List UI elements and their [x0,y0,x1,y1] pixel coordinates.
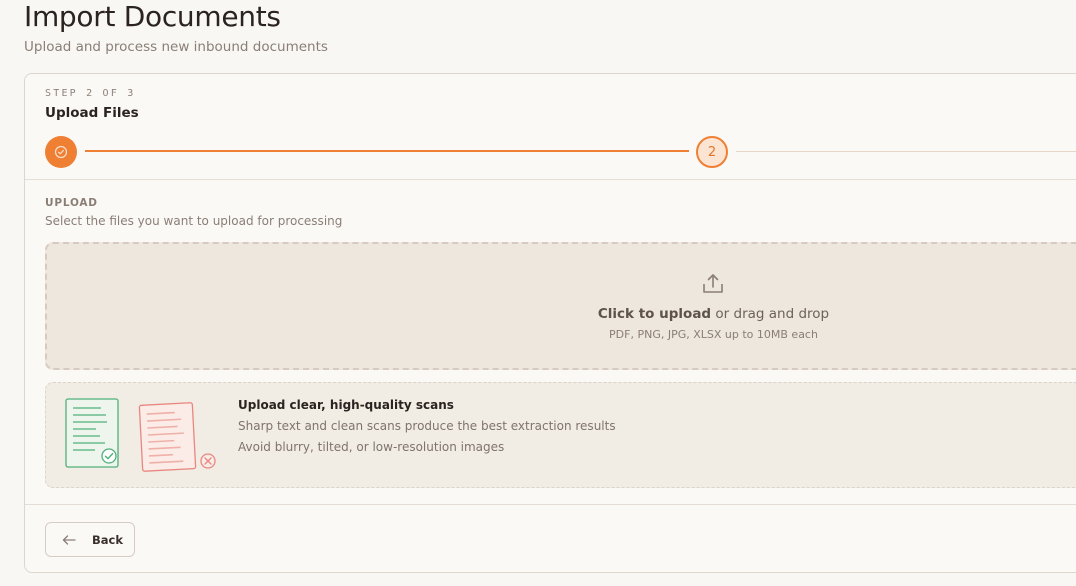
page-title: Import Documents [24,0,281,33]
file-type-hint: PDF, PNG, JPG, XLSX up to 10MB each [609,328,818,341]
back-button[interactable]: Back [45,522,135,557]
divider [25,504,1076,505]
scan-quality-tips: Upload clear, high-quality scans Sharp t… [45,382,1076,488]
upload-section-label: UPLOAD [45,197,98,209]
wizard-card: STEP 2 OF 3 Upload Files 2 UPLOAD Select… [24,73,1076,573]
upload-icon [703,274,723,293]
back-button-label: Back [92,532,123,547]
step-1-completed [45,136,77,168]
click-to-upload-link[interactable]: Click to upload [598,306,711,322]
tips-text-good: Sharp text and clean scans produce the b… [238,419,616,433]
step-title: Upload Files [45,105,139,121]
scan-quality-illustration [65,398,216,472]
step-connector-pending [736,151,1076,152]
file-dropzone[interactable]: Click to upload or drag and drop PDF, PN… [45,242,1076,370]
bad-scan-icon [138,402,216,472]
arrow-left-icon [62,534,76,545]
step-indicator-label: STEP 2 OF 3 [45,88,136,99]
upload-section-description: Select the files you want to upload for … [45,214,343,228]
page-subtitle: Upload and process new inbound documents [24,39,328,55]
good-scan-icon [65,398,119,468]
drag-drop-text: or drag and drop [711,306,830,322]
step-connector-completed [85,150,689,152]
tips-text-avoid: Avoid blurry, tilted, or low-resolution … [238,440,505,454]
dropzone-instruction: Click to upload or drag and drop [47,306,1076,322]
check-circle-icon [54,145,68,159]
divider [25,179,1076,180]
step-2-current: 2 [696,136,728,168]
import-documents-page: Import Documents Upload and process new … [0,0,1076,586]
tips-title: Upload clear, high-quality scans [238,398,454,412]
